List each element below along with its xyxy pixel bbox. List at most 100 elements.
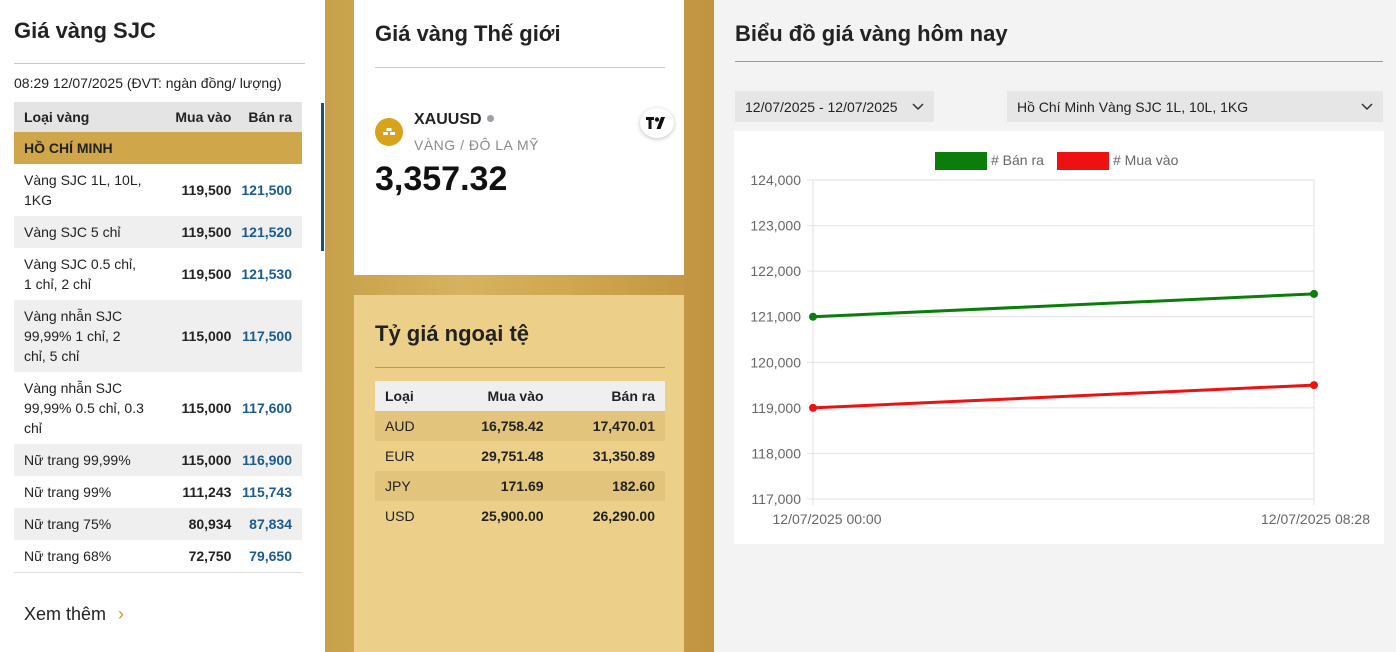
scroll-indicator[interactable] <box>321 103 324 251</box>
y-tick-label: 120,000 <box>750 354 801 370</box>
sell-price-cell: 121,530 <box>241 266 292 282</box>
chart-divider <box>735 61 1383 62</box>
gold-type-cell: Vàng nhẫn SJC 99,99% 1 chỉ, 2 chỉ, 5 chỉ <box>14 300 155 372</box>
tradingview-logo-icon[interactable] <box>640 108 674 138</box>
line-chart-svg[interactable]: 124,000 123,000 122,000 121,000 120,000 119,0… <box>734 131 1384 544</box>
table-row: Nữ trang 99,99% 115,000 116,900 <box>14 444 302 476</box>
gold-type-cell: Vàng nhẫn SJC 99,99% 0.5 chỉ, 0.3 chỉ <box>24 380 144 436</box>
sjc-price-panel: Giá vàng SJC 08:29 12/07/2025 (ĐVT: ngàn… <box>0 0 324 652</box>
data-point <box>1310 289 1318 298</box>
buy-price-cell: 115,000 <box>154 444 232 476</box>
gold-type-cell: Nữ trang 99,99% <box>14 444 155 476</box>
gold-type-cell: Vàng SJC 0.5 chỉ, 1 chỉ, 2 chỉ <box>24 256 137 292</box>
location-product-value: Hồ Chí Minh Vàng SJC 1L, 10L, 1KG <box>1017 98 1249 115</box>
buy-price-cell: 72,750 <box>154 540 232 573</box>
series-line <box>812 292 1315 319</box>
col-sell: Bán ra <box>231 102 302 132</box>
sell-rate-cell: 17,470.01 <box>553 411 665 441</box>
x-tick-label: 12/07/2025 00:00 <box>773 511 882 527</box>
buy-price-cell: 119,500 <box>154 216 232 248</box>
y-tick-label: 124,000 <box>750 172 801 188</box>
x-tick-label: 12/07/2025 08:28 <box>1261 511 1370 527</box>
chevron-down-icon <box>912 102 924 110</box>
y-tick-label: 118,000 <box>751 445 801 461</box>
world-gold-price: 3,357.32 <box>375 160 508 198</box>
legend-swatch <box>1057 152 1109 170</box>
sell-price-cell: 117,500 <box>231 300 302 372</box>
chevron-right-icon: › <box>118 604 125 624</box>
date-range-dropdown[interactable]: 12/07/2025 - 12/07/2025 <box>735 91 934 122</box>
sell-rate-cell: 31,350.89 <box>592 448 655 464</box>
sjc-table-header: Loại vàng Mua vào Bán ra <box>14 102 302 132</box>
legend-label: # Mua vào <box>1113 152 1179 168</box>
middle-panel: Giá vàng Thế giới XAUUSD VÀNG / ĐÔ LA MỸ… <box>325 0 714 652</box>
sjc-divider <box>14 63 305 64</box>
gold-type-cell: Nữ trang 99% <box>24 484 112 500</box>
currency-code-cell: USD <box>385 508 415 524</box>
exchange-rate-table: Loại Mua vào Bán ra AUD 16,758.42 17,470.0… <box>375 381 665 531</box>
market-status-dot-icon <box>486 115 494 122</box>
ticker-symbol[interactable]: XAUUSD <box>414 111 494 129</box>
table-row: AUD 16,758.42 17,470.01 <box>375 411 665 441</box>
sell-price-cell: 117,600 <box>242 400 292 416</box>
sjc-title: Giá vàng SJC <box>14 18 156 43</box>
gold-bars-icon <box>375 118 403 146</box>
see-more-link[interactable]: Xem thêm › <box>24 604 124 625</box>
exchange-rate-title: Tỷ giá ngoại tệ <box>375 321 530 346</box>
location-product-dropdown[interactable]: Hồ Chí Minh Vàng SJC 1L, 10L, 1KG <box>1007 91 1383 122</box>
legend-label: # Bán ra <box>991 152 1044 168</box>
col-gold-type: Loại vàng <box>14 102 155 132</box>
buy-price-cell: 119,500 <box>181 182 232 198</box>
sell-rate-cell: 26,290.00 <box>592 508 655 524</box>
table-row: Vàng SJC 1L, 10L, 1KG 119,500 121,500 <box>14 164 302 216</box>
region-label: HỒ CHÍ MINH <box>14 132 302 164</box>
table-row: Nữ trang 99% 111,243 115,743 <box>14 476 302 508</box>
table-row: JPY 171.69 182.60 <box>375 471 665 501</box>
table-row: USD 25,900.00 26,290.00 <box>375 501 665 531</box>
sell-rate-cell: 182.60 <box>553 471 665 501</box>
buy-price-cell: 111,243 <box>182 484 232 500</box>
data-point <box>1310 381 1318 390</box>
exchange-table-header: Loại Mua vào Bán ra <box>375 381 665 411</box>
buy-rate-cell: 25,900.00 <box>481 508 544 524</box>
sell-price-cell: 121,500 <box>241 182 292 198</box>
gold-type-cell: Nữ trang 68% <box>14 540 155 573</box>
data-point <box>809 403 817 412</box>
sell-price-cell: 87,834 <box>231 508 302 540</box>
currency-code-cell: AUD <box>375 411 443 441</box>
currency-code-cell: EUR <box>385 448 415 464</box>
sell-price-cell: 116,900 <box>231 444 302 476</box>
table-row: EUR 29,751.48 31,350.89 <box>375 441 665 471</box>
table-row: Nữ trang 75% 80,934 87,834 <box>14 508 302 540</box>
y-tick-label: 123,000 <box>750 218 801 234</box>
gold-type-cell: Vàng SJC 5 chỉ <box>14 216 155 248</box>
chart-panel: Biểu đồ giá vàng hôm nay 12/07/2025 - 12… <box>714 0 1396 652</box>
buy-price-cell: 80,934 <box>154 508 232 540</box>
world-gold-title: Giá vàng Thế giới <box>375 21 561 46</box>
buy-price-cell: 119,500 <box>181 266 232 282</box>
sell-price-cell: 115,743 <box>242 484 292 500</box>
chevron-down-icon <box>1361 102 1373 110</box>
gold-type-cell: Vàng SJC 1L, 10L, 1KG <box>24 172 142 208</box>
table-row: Vàng SJC 5 chỉ 119,500 121,520 <box>14 216 302 248</box>
table-row: Vàng nhẫn SJC 99,99% 0.5 chỉ, 0.3 chỉ 115… <box>14 372 302 444</box>
gold-type-cell: Nữ trang 75% <box>14 508 155 540</box>
y-tick-label: 122,000 <box>750 263 801 279</box>
exchange-rate-card: Tỷ giá ngoại tệ Loại Mua vào Bán ra AUD 1… <box>354 295 684 652</box>
currency-code-cell: JPY <box>375 471 443 501</box>
buy-rate-cell: 29,751.48 <box>481 448 544 464</box>
price-chart[interactable]: 124,000 123,000 122,000 121,000 120,000 119,0… <box>734 131 1384 544</box>
legend-swatch <box>935 152 987 170</box>
col-buy: Mua vào <box>154 102 232 132</box>
region-row: HỒ CHÍ MINH <box>14 132 302 164</box>
y-tick-label: 119,000 <box>751 400 801 416</box>
table-row: Vàng nhẫn SJC 99,99% 1 chỉ, 2 chỉ, 5 chỉ… <box>14 300 302 372</box>
ticker-description: VÀNG / ĐÔ LA MỸ <box>414 137 539 153</box>
table-row: Nữ trang 68% 72,750 79,650 <box>14 540 302 573</box>
world-gold-card: Giá vàng Thế giới XAUUSD VÀNG / ĐÔ LA MỸ… <box>354 0 684 275</box>
buy-price-cell: 115,000 <box>154 300 232 372</box>
sell-price-cell: 79,650 <box>231 540 302 573</box>
buy-rate-cell: 16,758.42 <box>442 411 554 441</box>
buy-price-cell: 115,000 <box>181 400 232 416</box>
col-sell: Bán ra <box>553 381 665 411</box>
